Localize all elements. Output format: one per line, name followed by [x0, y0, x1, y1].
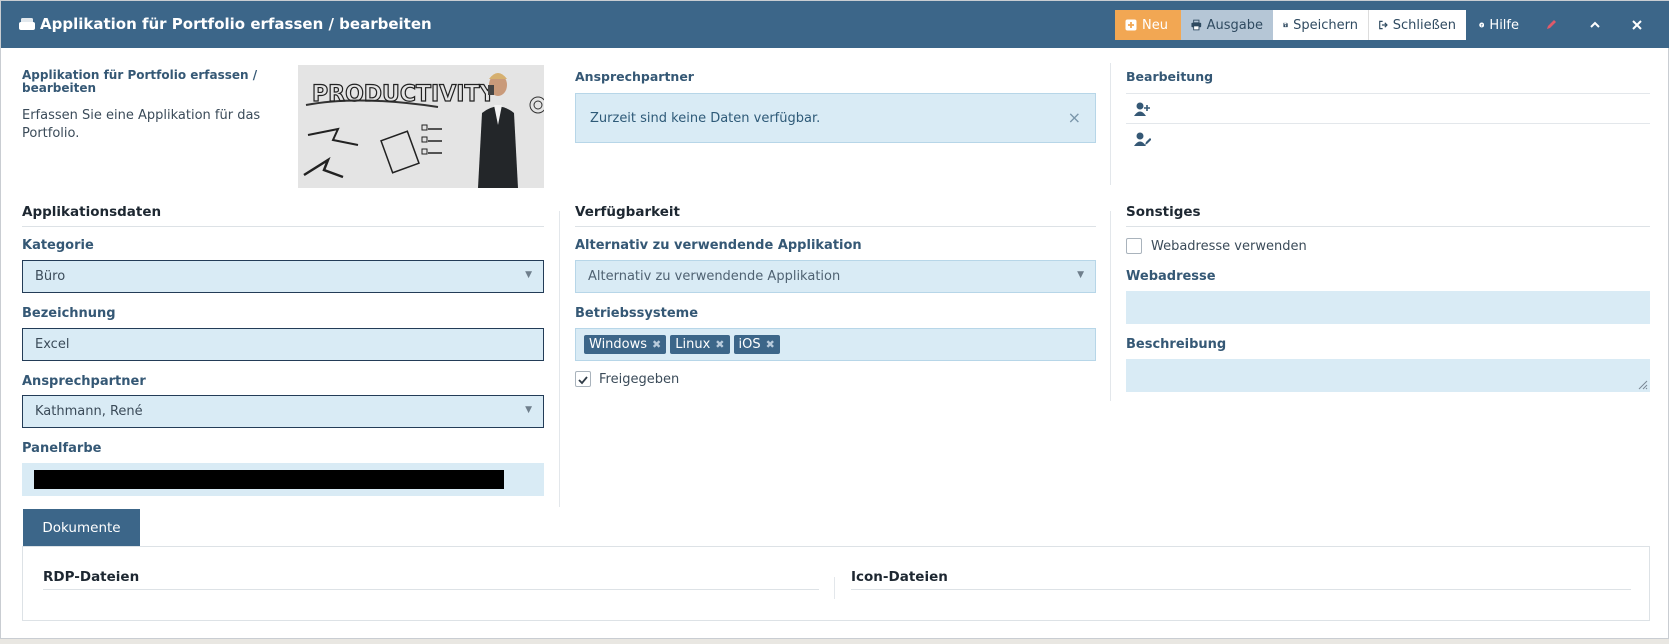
column-divider	[1110, 211, 1111, 401]
question-circle-icon: ?	[1479, 22, 1485, 28]
edit-pencil-button[interactable]	[1540, 14, 1562, 36]
close-form-button-label: Schließen	[1392, 17, 1456, 33]
remove-tag-icon[interactable]: ✖	[715, 338, 724, 351]
panel-color-label: Panelfarbe	[22, 441, 102, 456]
checkmark-icon	[578, 376, 588, 385]
description-label: Beschreibung	[1126, 337, 1227, 352]
remove-tag-icon[interactable]: ✖	[652, 338, 661, 351]
intro-title: Applikation für Portfolio erfassen / bea…	[22, 68, 258, 95]
panel-color-picker[interactable]	[22, 463, 544, 496]
pencil-icon	[1547, 20, 1556, 29]
os-tag-label: Windows	[589, 337, 648, 352]
released-checkbox[interactable]	[575, 371, 591, 387]
operating-systems-label: Betriebssysteme	[575, 306, 699, 321]
new-button-label: Neu	[1142, 17, 1168, 33]
category-label: Kategorie	[22, 238, 94, 253]
chevron-down-icon: ▼	[525, 270, 532, 280]
save-button-label: Speichern	[1293, 17, 1358, 33]
close-form-button[interactable]: Schließen	[1369, 10, 1466, 40]
contact-person-label: Ansprechpartner	[22, 374, 146, 389]
title-bar: Applikation für Portfolio erfassen / bea…	[1, 1, 1669, 48]
save-button[interactable]: Speichern	[1273, 10, 1369, 40]
new-button[interactable]: Neu	[1115, 10, 1181, 40]
edited-by-row	[1126, 123, 1650, 153]
chevron-down-icon: ▼	[525, 405, 532, 415]
resize-handle-icon[interactable]	[1636, 378, 1648, 390]
image-lettering: PRODUCTIVITY	[312, 82, 496, 107]
close-window-button[interactable]	[1626, 14, 1648, 36]
color-swatch	[34, 470, 504, 489]
editing-label: Bearbeitung	[1126, 69, 1214, 84]
application-data-heading: Applikationsdaten	[22, 204, 544, 227]
print-button-label: Ausgabe	[1206, 17, 1263, 33]
column-divider	[834, 577, 835, 599]
svg-text:?: ?	[1481, 23, 1483, 27]
contacts-panel-label: Ansprechpartner	[575, 69, 694, 84]
print-icon	[1191, 19, 1202, 31]
collapse-button[interactable]	[1584, 14, 1606, 36]
misc-heading: Sonstiges	[1126, 204, 1650, 227]
rdp-files-heading: RDP-Dateien	[43, 569, 819, 590]
no-data-alert: Zurzeit sind keine Daten verfügbar. ×	[575, 93, 1096, 143]
intro-description: Erfassen Sie eine Applikation für das Po…	[22, 108, 261, 141]
icon-files-heading: Icon-Dateien	[851, 569, 1631, 590]
layers-icon	[19, 18, 35, 30]
save-icon	[1283, 22, 1288, 28]
category-select[interactable]: Büro ▼	[22, 260, 544, 293]
sign-out-icon	[1379, 20, 1388, 30]
window-title: Applikation für Portfolio erfassen / bea…	[40, 15, 432, 33]
os-tag[interactable]: Linux ✖	[670, 335, 730, 354]
close-icon	[1632, 20, 1642, 30]
app-window: Applikation für Portfolio erfassen / bea…	[0, 0, 1669, 639]
plus-square-icon	[1125, 19, 1137, 31]
user-plus-icon	[1134, 102, 1150, 116]
description-textarea[interactable]	[1126, 359, 1650, 392]
contact-person-select[interactable]: Kathmann, René ▼	[22, 395, 544, 428]
contact-person-value: Kathmann, René	[35, 404, 143, 419]
name-value: Excel	[35, 337, 70, 352]
no-data-alert-text: Zurzeit sind keine Daten verfügbar.	[590, 111, 821, 126]
web-address-input[interactable]	[1126, 291, 1650, 324]
released-label: Freigegeben	[599, 372, 680, 387]
web-address-label: Webadresse	[1126, 269, 1216, 284]
productivity-image: PRODUCTIVITY	[298, 65, 544, 188]
os-tag[interactable]: iOS ✖	[733, 335, 780, 354]
operating-systems-multiselect[interactable]: Windows ✖ Linux ✖ iOS ✖	[575, 328, 1096, 361]
alternative-app-label: Alternativ zu verwendende Applikation	[575, 238, 862, 253]
use-web-address-checkbox[interactable]	[1126, 238, 1142, 254]
os-tag-label: Linux	[675, 337, 711, 352]
name-label: Bezeichnung	[22, 306, 116, 321]
tab-dokumente[interactable]: Dokumente	[23, 509, 140, 547]
category-value: Büro	[35, 269, 66, 284]
availability-heading: Verfügbarkeit	[575, 204, 1096, 227]
column-divider	[559, 211, 560, 507]
alert-close-button[interactable]: ×	[1068, 108, 1081, 127]
help-button[interactable]: ? Hilfe	[1469, 10, 1529, 40]
tab-dokumente-label: Dokumente	[42, 520, 121, 536]
alternative-app-placeholder: Alternativ zu verwendende Applikation	[588, 269, 841, 284]
user-edit-icon	[1134, 132, 1151, 146]
use-web-address-label: Webadresse verwenden	[1151, 239, 1307, 254]
os-tag-label: iOS	[738, 337, 761, 352]
remove-tag-icon[interactable]: ✖	[766, 338, 775, 351]
help-button-label: Hilfe	[1489, 17, 1519, 33]
chevron-up-icon	[1590, 21, 1600, 28]
documents-panel: RDP-Dateien Icon-Dateien	[22, 546, 1650, 621]
chevron-down-icon: ▼	[1077, 270, 1084, 280]
created-by-row	[1126, 93, 1650, 123]
column-divider	[1110, 63, 1111, 185]
name-input[interactable]: Excel	[22, 328, 544, 361]
alternative-app-select[interactable]: Alternativ zu verwendende Applikation ▼	[575, 260, 1096, 293]
print-button[interactable]: Ausgabe	[1181, 10, 1273, 40]
os-tag[interactable]: Windows ✖	[584, 335, 667, 354]
